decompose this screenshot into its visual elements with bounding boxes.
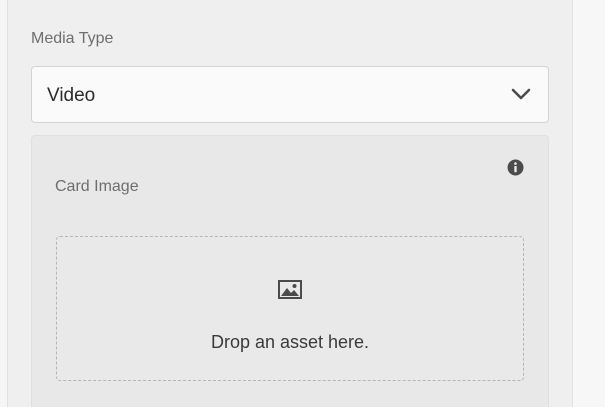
media-type-selected-value: Video: [47, 85, 96, 106]
properties-panel: Media Type Video Card Image Drop an asse…: [8, 0, 572, 407]
asset-dropzone[interactable]: Drop an asset here.: [56, 236, 524, 381]
card-image-section: Card Image Drop an asset here.: [31, 135, 549, 407]
media-type-label: Media Type: [31, 30, 114, 47]
dropzone-text: Drop an asset here.: [210, 332, 370, 352]
card-image-label: Card Image: [55, 178, 139, 195]
media-type-select[interactable]: Video: [31, 66, 549, 123]
chevron-down-icon[interactable]: [511, 87, 531, 101]
image-icon: [278, 280, 302, 299]
info-icon[interactable]: [507, 159, 524, 176]
right-rail: [572, 0, 605, 407]
left-edge-divider: [0, 0, 8, 407]
properties-panel-frame: Media Type Video Card Image Drop an asse…: [0, 0, 605, 407]
